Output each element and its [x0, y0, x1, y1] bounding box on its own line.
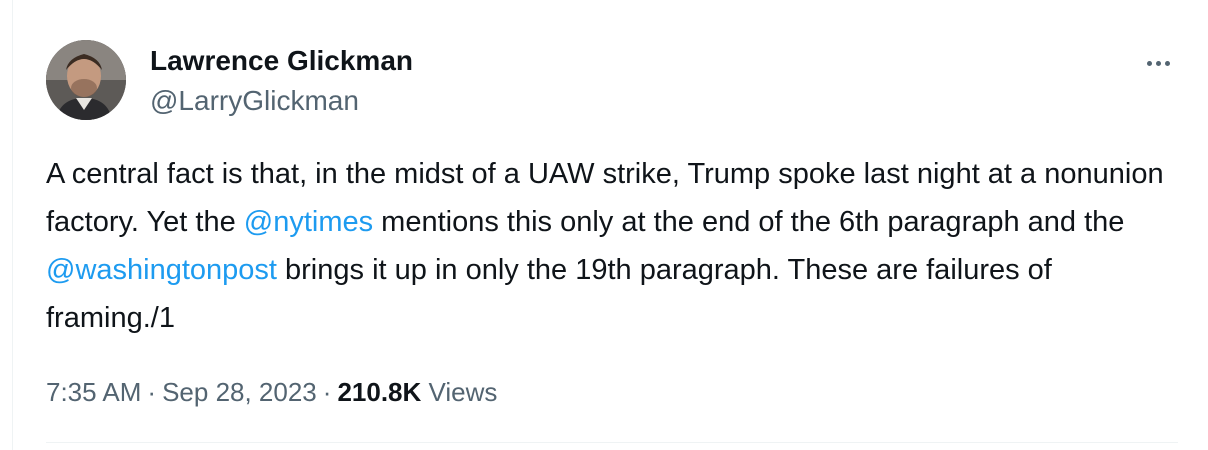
- tweet-date[interactable]: Sep 28, 2023: [162, 377, 317, 407]
- mention-nytimes[interactable]: @nytimes: [244, 206, 373, 238]
- tweet-meta: 7:35 AM · Sep 28, 2023 · 210.8K Views: [46, 372, 497, 412]
- mention-washingtonpost[interactable]: @washingtonpost: [46, 254, 277, 286]
- more-horizontal-icon: [1155, 60, 1161, 66]
- tweet-card: Lawrence Glickman @LarryGlickman A centr…: [0, 0, 1208, 450]
- timeline-divider: [12, 0, 13, 450]
- more-horizontal-icon: [1164, 60, 1170, 66]
- author-handle[interactable]: @LarryGlickman: [150, 84, 413, 118]
- views-count: 210.8K: [337, 377, 422, 407]
- views-label: Views: [428, 377, 498, 407]
- meta-separator: ·: [322, 377, 332, 407]
- avatar[interactable]: [46, 40, 126, 120]
- tweet-time[interactable]: 7:35 AM: [46, 377, 141, 407]
- meta-separator: ·: [147, 377, 157, 407]
- tweet-text-segment: mentions this only at the end of the 6th…: [373, 206, 1125, 238]
- divider: [46, 442, 1178, 443]
- author-block: Lawrence Glickman @LarryGlickman: [150, 44, 413, 118]
- tweet-text: A central fact is that, in the midst of …: [46, 150, 1186, 342]
- more-options-button[interactable]: [1138, 48, 1178, 78]
- more-horizontal-icon: [1146, 60, 1152, 66]
- author-name[interactable]: Lawrence Glickman: [150, 44, 413, 78]
